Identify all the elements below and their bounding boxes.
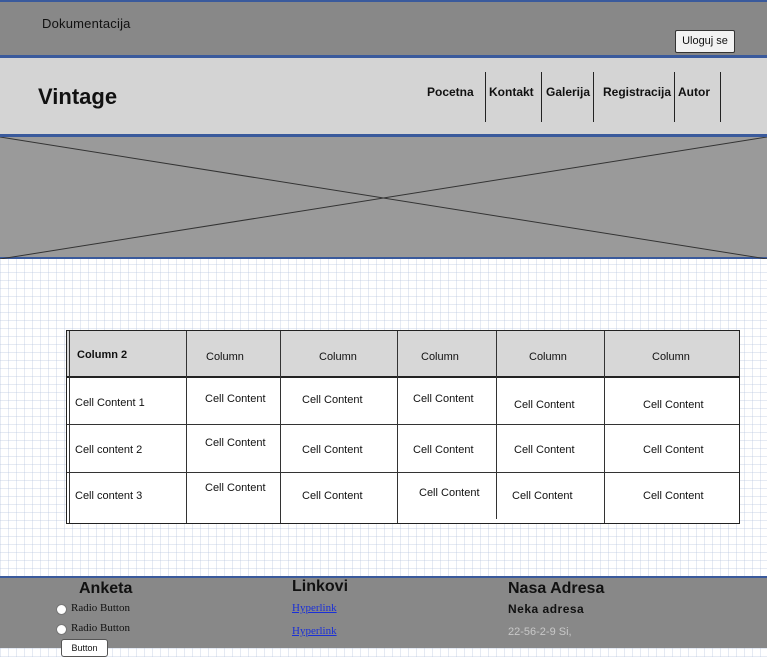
data-table: Column 2 Column Column Column Column Col… (66, 330, 740, 524)
table-cell: Cell Content (413, 393, 474, 405)
radio-circle-icon[interactable] (56, 624, 67, 635)
brand-logo: Vintage (38, 84, 118, 109)
nav-item-kontakt[interactable]: Kontakt (489, 85, 534, 99)
nav-divider (485, 72, 486, 122)
site-header: Vintage Pocetna Kontakt Galerija Registr… (0, 58, 767, 137)
links-heading: Linkovi (292, 578, 349, 595)
column-divider (280, 331, 281, 523)
poll-submit-button[interactable]: Button (61, 639, 108, 657)
top-bar: Dokumentacija Uloguj se (0, 0, 767, 58)
table-cell: Cell Content (205, 393, 266, 405)
table-cell: Cell Content (302, 490, 363, 502)
column-header[interactable]: Column (319, 351, 357, 363)
table-cell: Cell Content (643, 444, 704, 456)
table-header-row (67, 331, 739, 378)
table-cell: Cell Content (413, 444, 474, 456)
column-divider (496, 331, 497, 519)
column-divider (397, 331, 398, 523)
table-cell: Cell Content 1 (75, 397, 145, 409)
footer-hyperlink-2[interactable]: Hyperlink (292, 625, 337, 637)
column-header[interactable]: Column (652, 351, 690, 363)
radio-label: Radio Button (71, 602, 130, 614)
nav-divider (674, 72, 675, 122)
nav-item-registracija[interactable]: Registracija (603, 85, 671, 99)
app-title: Dokumentacija (42, 16, 131, 31)
nav-item-pocetna[interactable]: Pocetna (427, 85, 474, 99)
footer-hyperlink-1[interactable]: Hyperlink (292, 602, 337, 614)
radio-label: Radio Button (71, 622, 130, 634)
site-footer: Anketa Radio Button Radio Button Linkovi… (0, 576, 767, 648)
table-cell: Cell Content (205, 482, 266, 494)
table-cell: Cell Content (643, 399, 704, 411)
login-button[interactable]: Uloguj se (675, 30, 735, 53)
address-heading: Nasa Adresa (508, 580, 605, 597)
column-divider (604, 331, 605, 523)
table-cell: Cell content 2 (75, 444, 143, 456)
table-cell: Cell Content (514, 444, 575, 456)
table-border (69, 331, 70, 523)
table-cell: Cell Content (512, 490, 573, 502)
nav-item-galerija[interactable]: Galerija (546, 85, 590, 99)
address-line: Neka adresa (508, 602, 585, 616)
radio-button-1[interactable]: Radio Button (56, 602, 130, 615)
poll-heading: Anketa (79, 580, 133, 597)
hero-image-placeholder (0, 137, 767, 259)
table-cell: Cell Content (514, 399, 575, 411)
column-header[interactable]: Column (206, 351, 244, 363)
radio-circle-icon[interactable] (56, 604, 67, 615)
phone-line: 22-56-2-9 Si, (508, 626, 572, 638)
nav-divider (720, 72, 721, 122)
column-header[interactable]: Column (529, 351, 567, 363)
column-header[interactable]: Column (421, 351, 459, 363)
nav-divider (593, 72, 594, 122)
column-header[interactable]: Column 2 (77, 349, 127, 361)
table-cell: Cell content 3 (75, 490, 143, 502)
row-divider (67, 424, 739, 425)
row-divider (67, 472, 739, 473)
nav-divider (541, 72, 542, 122)
table-cell: Cell Content (302, 444, 363, 456)
radio-button-2[interactable]: Radio Button (56, 622, 130, 635)
image-placeholder-icon (0, 137, 767, 259)
column-divider (186, 331, 187, 523)
table-cell: Cell Content (419, 487, 480, 499)
table-cell: Cell Content (205, 437, 266, 449)
table-cell: Cell Content (643, 490, 704, 502)
table-cell: Cell Content (302, 394, 363, 406)
nav-item-autor[interactable]: Autor (678, 85, 710, 99)
